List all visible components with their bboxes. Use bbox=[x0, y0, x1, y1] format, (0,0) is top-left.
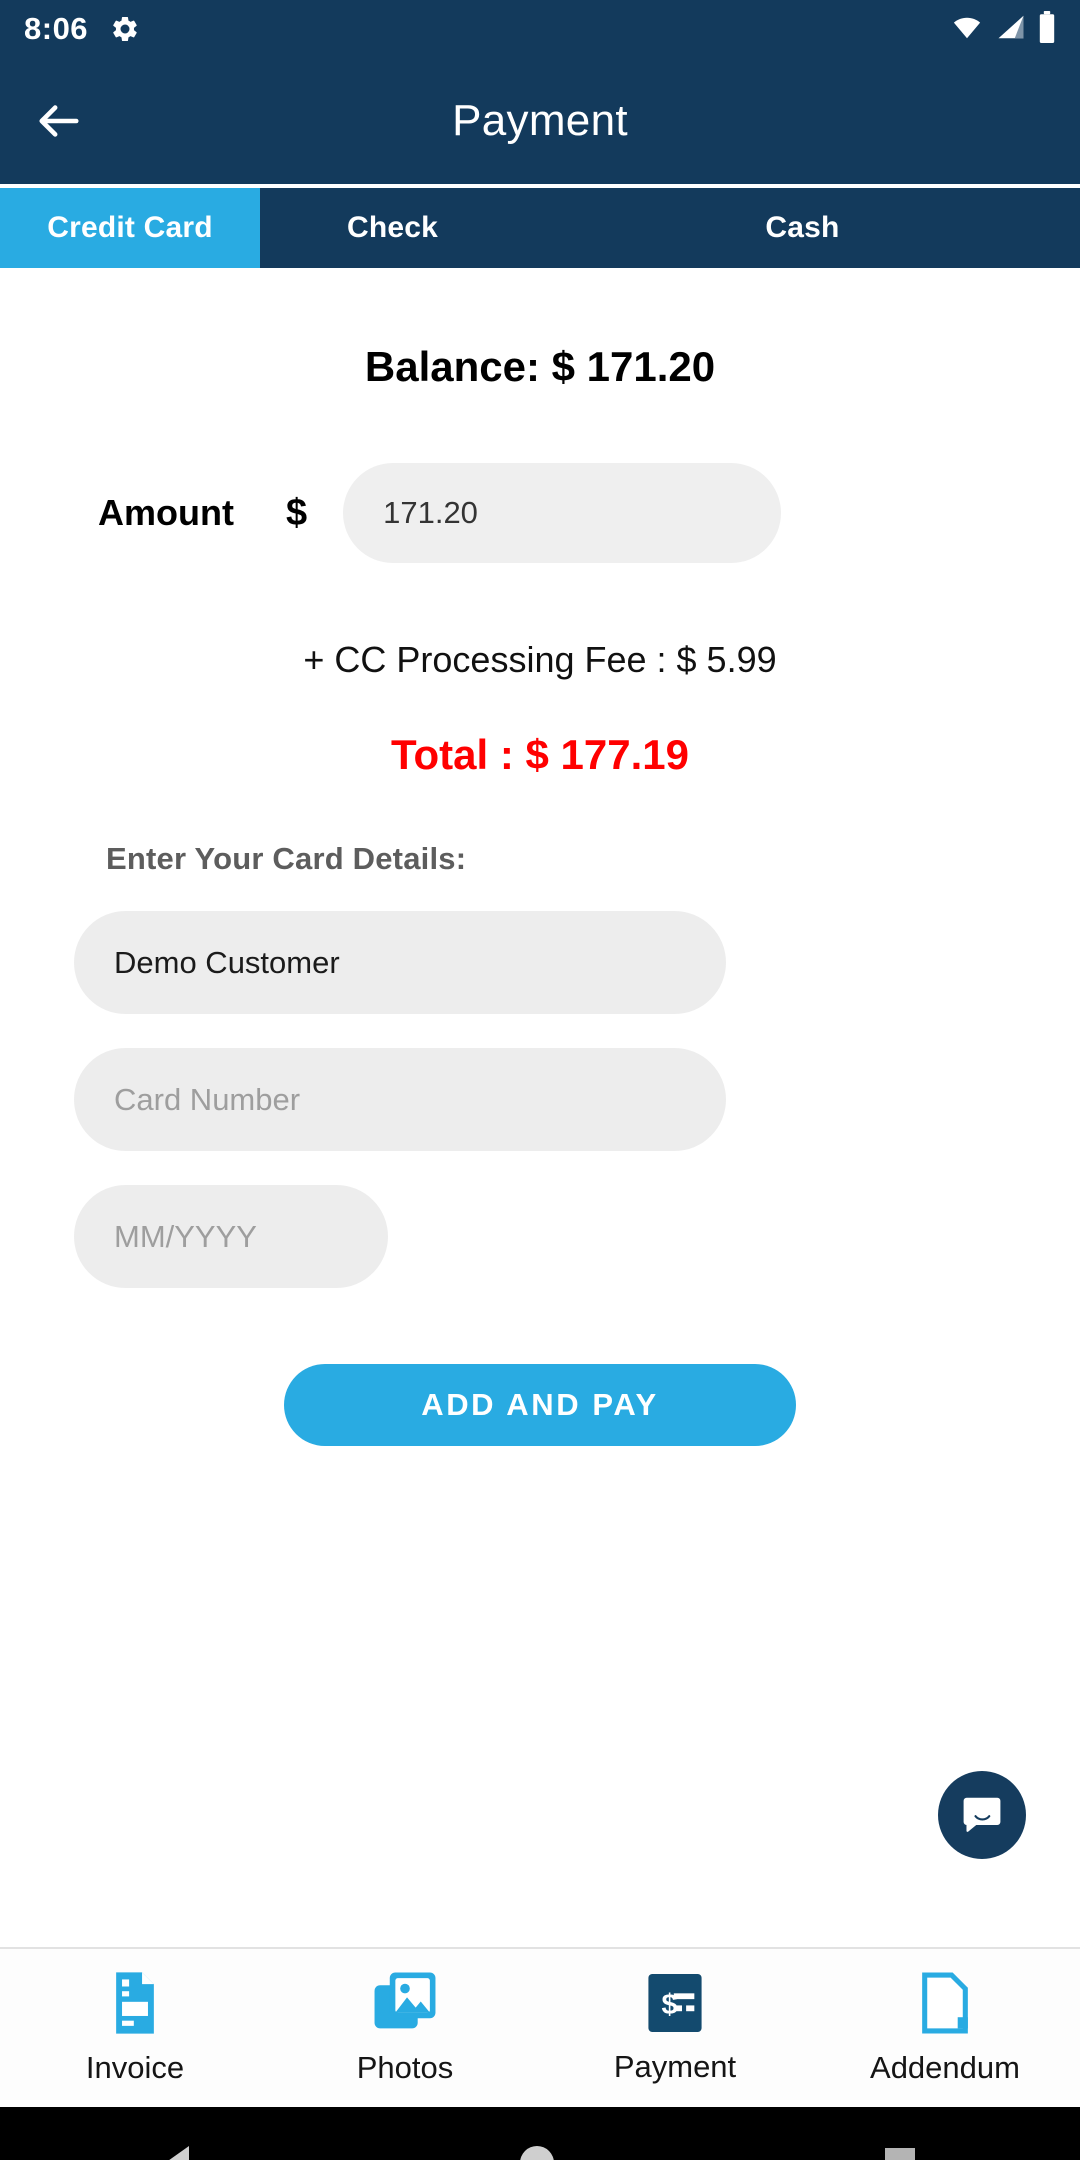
payment-form: Balance: $ 171.20 Amount $ 171.20 + CC P… bbox=[0, 343, 1080, 1947]
tab-credit-card-label: Credit Card bbox=[47, 211, 213, 244]
tab-check-label: Check bbox=[346, 211, 439, 244]
bottom-navigation: Invoice Photos $ Payment Addendum bbox=[0, 1947, 1080, 2107]
back-button[interactable] bbox=[22, 84, 96, 158]
card-expiry-placeholder: MM/YYYY bbox=[114, 1218, 257, 1254]
wifi-icon bbox=[950, 12, 984, 47]
amount-input-value: 171.20 bbox=[383, 495, 478, 530]
tab-cash-label: Cash bbox=[765, 211, 840, 244]
nav-item-invoice-label: Invoice bbox=[85, 2050, 185, 2085]
nav-item-payment-label: Payment bbox=[613, 2049, 737, 2084]
amount-label: Amount bbox=[98, 492, 234, 533]
back-arrow-icon bbox=[39, 105, 79, 137]
status-time: 8:06 bbox=[24, 11, 89, 46]
card-number-input[interactable]: Card Number bbox=[74, 1048, 726, 1151]
add-and-pay-button[interactable]: ADD AND PAY bbox=[284, 1364, 796, 1446]
nav-item-photos-label: Photos bbox=[356, 2050, 454, 2085]
amount-input[interactable]: 171.20 bbox=[343, 463, 782, 563]
chat-bubble-icon bbox=[963, 1797, 1001, 1832]
photos-icon bbox=[374, 1972, 436, 2029]
status-bar: 8:06 bbox=[0, 0, 1080, 58]
balance-text: Balance: $ 171.20 bbox=[364, 343, 716, 390]
app-bar: Payment bbox=[0, 58, 1080, 184]
payment-check-icon: $ bbox=[648, 1974, 702, 2032]
invoice-icon bbox=[116, 1972, 154, 2034]
nav-item-invoice[interactable]: Invoice bbox=[0, 1970, 270, 2086]
card-details-label: Enter Your Card Details: bbox=[106, 841, 467, 876]
system-back-icon[interactable] bbox=[165, 2146, 190, 2160]
chat-fab-button[interactable] bbox=[938, 1771, 1026, 1859]
nav-item-photos[interactable]: Photos bbox=[270, 1970, 540, 2086]
tab-credit-card[interactable]: Credit Card bbox=[0, 188, 260, 268]
addendum-page-icon bbox=[922, 1972, 968, 2034]
tab-cash[interactable]: Cash bbox=[525, 188, 1080, 268]
cardholder-name-input[interactable]: Demo Customer bbox=[74, 911, 726, 1014]
amount-row: Amount $ 171.20 bbox=[0, 463, 1080, 563]
total-text: Total : $ 177.19 bbox=[390, 731, 690, 778]
battery-icon bbox=[1038, 10, 1056, 48]
nav-item-payment[interactable]: $ Payment bbox=[540, 1971, 810, 2085]
cardholder-name-value: Demo Customer bbox=[114, 944, 340, 980]
system-navigation-bar bbox=[0, 2107, 1080, 2160]
tab-check[interactable]: Check bbox=[260, 188, 525, 268]
system-recents-icon[interactable] bbox=[884, 2148, 915, 2160]
page-title: Payment bbox=[452, 96, 628, 145]
card-expiry-input[interactable]: MM/YYYY bbox=[74, 1185, 388, 1288]
currency-symbol: $ bbox=[285, 491, 308, 534]
card-number-placeholder: Card Number bbox=[114, 1081, 301, 1117]
signal-icon bbox=[996, 12, 1026, 47]
nav-item-addendum[interactable]: Addendum bbox=[810, 1970, 1080, 2086]
gear-icon bbox=[110, 14, 140, 44]
system-home-icon[interactable] bbox=[519, 2146, 554, 2160]
status-indicators bbox=[950, 10, 1056, 48]
processing-fee-text: + CC Processing Fee : $ 5.99 bbox=[303, 639, 777, 680]
nav-item-addendum-label: Addendum bbox=[870, 2050, 1020, 2085]
payment-method-tabs: Credit Card Check Cash bbox=[0, 188, 1080, 268]
payment-screen: 8:06 Payment Credit Card Check Cash Bala… bbox=[0, 0, 1080, 2160]
